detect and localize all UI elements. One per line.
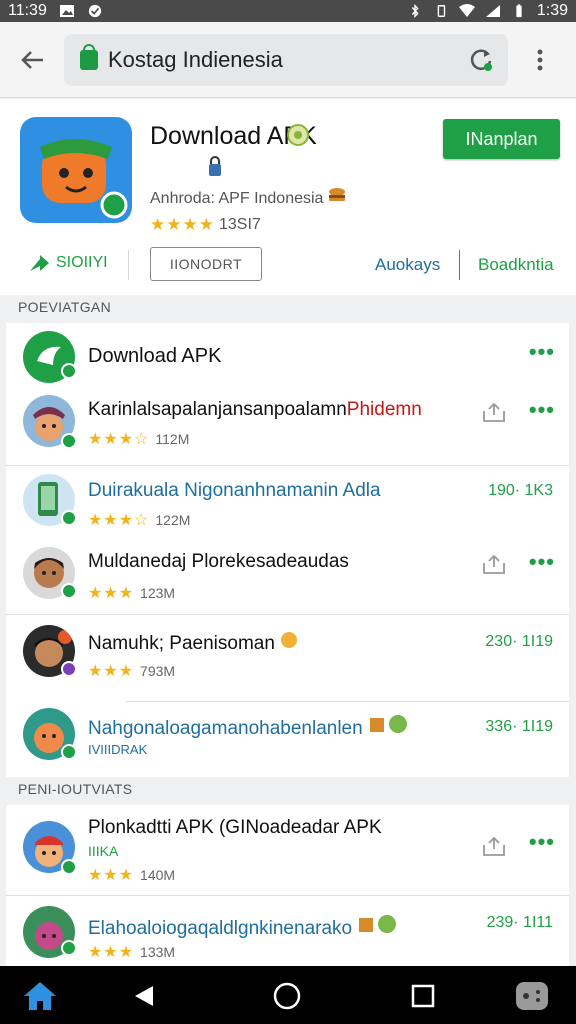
item-meta: ★★★☆ 122M xyxy=(88,512,191,529)
verified-icon xyxy=(61,859,77,875)
verified-icon xyxy=(61,510,77,526)
address-bar[interactable]: Kostag Indienesia xyxy=(64,33,508,86)
list-item[interactable]: Nahgonaloagamanohabenlanlen IVIIIDRAK 33… xyxy=(6,702,569,777)
install-button[interactable]: INanplan xyxy=(443,119,560,159)
system-navigation-bar xyxy=(0,966,576,1024)
back-nav-button[interactable] xyxy=(126,978,162,1014)
app-list: Download APK ••• Karinlalsapalanjansanpo… xyxy=(6,323,569,777)
item-subtitle: IIIKA xyxy=(88,843,119,859)
share-icon[interactable] xyxy=(481,401,507,423)
list-item[interactable]: Download APK ••• xyxy=(6,323,569,387)
section-label: POEVIATGAN xyxy=(18,299,111,315)
more-vert-icon xyxy=(537,49,543,70)
item-title: Duirakuala Nigonanhnamanin Adla xyxy=(88,480,381,501)
back-triangle-icon xyxy=(135,986,153,1006)
item-meta: ★★★ 123M xyxy=(88,585,176,602)
android-badge-icon xyxy=(287,124,309,146)
browser-toolbar: Kostag Indienesia xyxy=(0,22,576,98)
share-icon[interactable] xyxy=(481,835,507,857)
image-notification-icon xyxy=(59,5,74,17)
item-meta: IVIIIDRAK xyxy=(88,742,148,757)
emoji-icon xyxy=(369,715,407,733)
emoji-icon xyxy=(359,915,397,933)
item-size: 190· 1K3 xyxy=(488,482,553,499)
verified-icon xyxy=(61,363,77,379)
rating-count: 13SI7 xyxy=(218,216,261,233)
overflow-menu-button[interactable] xyxy=(508,49,572,71)
app-list: Plonkadtti APK (GINoadeadar APK IIIKA ★★… xyxy=(6,805,569,966)
list-item[interactable]: Namuhk; Paenisoman ★★★ 793M 230· 1I19 xyxy=(6,615,569,701)
item-size: 336· 1I19 xyxy=(485,718,553,735)
app-icon xyxy=(20,117,132,223)
share-arrow-icon xyxy=(30,255,49,271)
recents-nav-button[interactable] xyxy=(405,978,441,1014)
item-meta: ★★★ 133M xyxy=(88,944,176,961)
vibrate-icon xyxy=(437,5,446,17)
signal-icon xyxy=(485,5,500,17)
home-icon xyxy=(24,982,56,1010)
status-bar: 11:39 1:39 xyxy=(0,0,576,22)
url-text: Kostag Indienesia xyxy=(108,46,283,72)
item-title: Download APK xyxy=(88,345,222,367)
verified-icon xyxy=(61,583,77,599)
item-meta: ★★★☆ 112M xyxy=(88,431,190,448)
more-options-icon[interactable]: ••• xyxy=(529,339,555,365)
secondary-button[interactable]: IIONODRT xyxy=(150,247,262,281)
bluetooth-icon xyxy=(411,4,419,18)
share-action[interactable]: SIOIIYI xyxy=(28,253,108,273)
status-time-right: 1:39 xyxy=(536,2,568,19)
list-item[interactable]: Elahoaloiogaqaldlgnkinenarako ★★★ 133M 23… xyxy=(6,896,569,966)
verified-icon xyxy=(61,940,77,956)
app-actions-row: SIOIIYI IIONODRT Auokays Boadkntia xyxy=(0,245,576,285)
home-nav-button[interactable] xyxy=(269,978,305,1014)
more-options-icon[interactable]: ••• xyxy=(529,829,555,855)
list-item[interactable]: Plonkadtti APK (GINoadeadar APK IIIKA ★★… xyxy=(6,805,569,895)
item-size: 239· 1I11 xyxy=(486,914,553,931)
check-notification-icon xyxy=(88,4,101,18)
status-time: 11:39 xyxy=(8,2,47,19)
app-header-card: Download APK Anhroda: APF Indonesia ★★★★… xyxy=(0,99,576,295)
verified-icon xyxy=(61,661,77,677)
item-title: Elahoaloiogaqaldlgnkinenarako xyxy=(88,914,397,940)
burger-icon xyxy=(328,188,345,201)
lock-icon xyxy=(80,43,98,70)
divider xyxy=(128,250,129,280)
back-arrow-icon xyxy=(21,50,43,69)
app-mascot-icon xyxy=(40,139,128,219)
list-item[interactable]: Duirakuala Nigonanhnamanin Adla ★★★☆ 122M… xyxy=(6,466,569,541)
item-title: KarinlalsapalanjansanpoalamnPhidemn xyxy=(88,399,422,420)
link-a[interactable]: Auokays xyxy=(375,255,440,275)
section-label: PENI-IOUTVIATS xyxy=(18,781,133,797)
list-item[interactable]: KarinlalsapalanjansanpoalamnPhidemn ★★★☆… xyxy=(6,387,569,465)
item-title: Nahgonaloagamanohabenlanlen xyxy=(88,714,408,740)
app-developer: Anhroda: APF Indonesia xyxy=(150,187,346,208)
share-icon[interactable] xyxy=(481,553,507,575)
item-meta: ★★★ 140M xyxy=(88,867,176,884)
divider xyxy=(459,250,460,280)
home-app-button[interactable] xyxy=(22,978,58,1014)
gamepad-icon xyxy=(516,982,548,1010)
verified-icon xyxy=(61,744,77,760)
list-item[interactable]: Muldanedaj Plorekesadeaudas ★★★ 123M ••• xyxy=(6,541,569,614)
home-circle-icon xyxy=(273,982,301,1010)
item-title: Namuhk; Paenisoman xyxy=(88,631,298,655)
item-size: 230· 1I19 xyxy=(485,633,553,650)
verified-icon xyxy=(61,433,77,449)
item-title: Muldanedaj Plorekesadeaudas xyxy=(88,551,349,572)
back-button[interactable] xyxy=(0,22,64,98)
item-title: Plonkadtti APK (GINoadeadar APK xyxy=(88,817,382,838)
app-rating: ★★★★ 13SI7 xyxy=(150,215,261,235)
rating-stars: ★★★★ xyxy=(150,215,215,234)
emoji-icon xyxy=(281,632,298,648)
more-options-icon[interactable]: ••• xyxy=(529,549,555,575)
link-b[interactable]: Boadkntia xyxy=(478,255,554,275)
battery-icon xyxy=(516,4,522,18)
item-meta: ★★★ 793M xyxy=(88,663,176,680)
lock-small-icon xyxy=(209,156,221,176)
wifi-icon xyxy=(458,4,475,17)
game-app-button[interactable] xyxy=(514,978,550,1014)
more-options-icon[interactable]: ••• xyxy=(529,397,555,423)
recents-square-icon xyxy=(411,984,435,1008)
reload-icon[interactable] xyxy=(466,45,496,75)
